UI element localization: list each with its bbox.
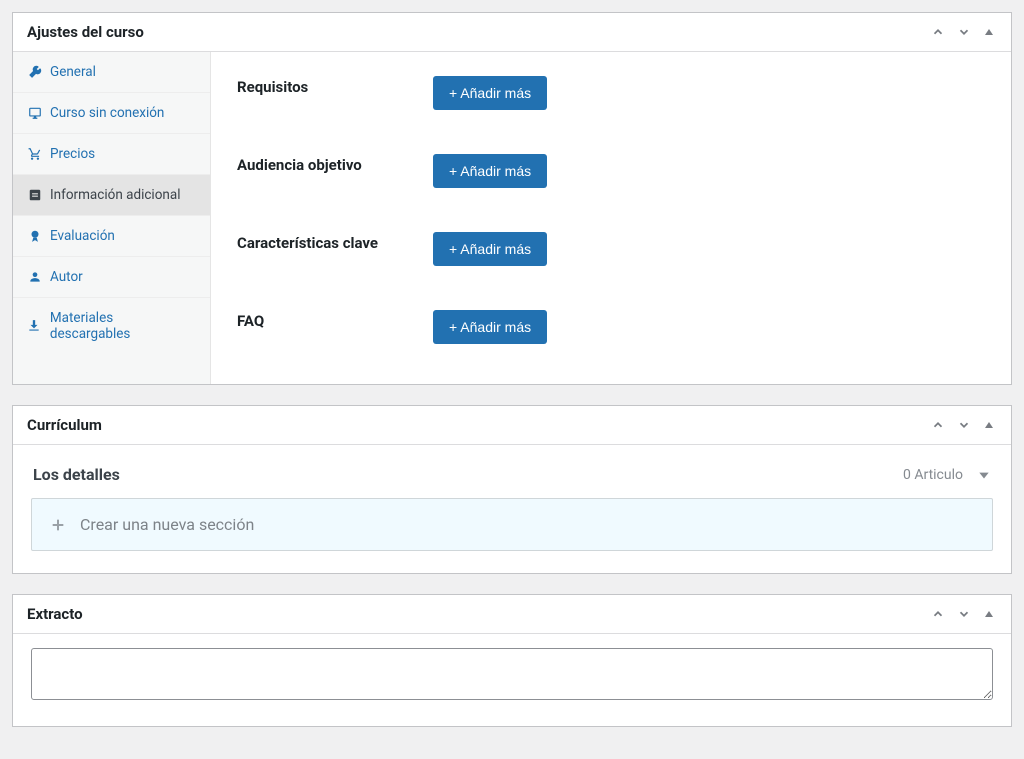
medal-icon	[27, 229, 42, 244]
add-faq-button[interactable]: + Añadir más	[433, 310, 547, 344]
curriculum-panel-header: Currículum	[13, 406, 1011, 445]
curriculum-panel-title: Currículum	[27, 416, 102, 434]
sidebar-item-label: General	[50, 64, 96, 80]
article-count: 0 Articulo	[903, 467, 963, 483]
monitor-icon	[27, 106, 42, 121]
caret-down-icon[interactable]	[977, 468, 991, 482]
sidebar-item-author[interactable]: Autor	[13, 257, 210, 298]
sidebar-item-label: Información adicional	[50, 187, 181, 203]
sidebar-item-additional-info[interactable]: Información adicional	[13, 175, 210, 216]
cart-icon	[27, 147, 42, 162]
chevron-up-icon[interactable]	[929, 605, 947, 623]
add-audiencia-button[interactable]: + Añadir más	[433, 154, 547, 188]
sidebar-item-label: Precios	[50, 146, 95, 162]
plus-icon	[50, 517, 66, 533]
field-label: Características clave	[237, 232, 433, 252]
settings-panel: Ajustes del curso General Curso sin cone…	[12, 12, 1012, 385]
field-label: FAQ	[237, 310, 433, 330]
settings-content: Requisitos + Añadir más Audiencia objeti…	[211, 52, 1011, 384]
chevron-down-icon[interactable]	[955, 416, 973, 434]
details-label: Los detalles	[33, 465, 120, 484]
user-icon	[27, 270, 42, 285]
panel-actions	[929, 416, 997, 434]
settings-panel-header: Ajustes del curso	[13, 13, 1011, 52]
sidebar-item-label: Materiales descargables	[50, 310, 196, 342]
sidebar-item-label: Curso sin conexión	[50, 105, 164, 121]
sidebar-item-downloads[interactable]: Materiales descargables	[13, 298, 210, 354]
new-section-label: Crear una nueva sección	[80, 515, 254, 534]
panel-actions	[929, 605, 997, 623]
field-label: Requisitos	[237, 76, 433, 96]
settings-panel-body: General Curso sin conexión Precios Infor…	[13, 52, 1011, 384]
page-icon	[27, 188, 42, 203]
field-faq: FAQ + Añadir más	[237, 310, 985, 344]
sidebar-item-prices[interactable]: Precios	[13, 134, 210, 175]
excerpt-textarea[interactable]	[31, 648, 993, 700]
chevron-up-icon[interactable]	[929, 416, 947, 434]
settings-panel-title: Ajustes del curso	[27, 23, 144, 41]
collapse-icon[interactable]	[981, 606, 997, 622]
excerpt-panel-header: Extracto	[13, 595, 1011, 634]
add-requisitos-button[interactable]: + Añadir más	[433, 76, 547, 110]
download-icon	[27, 319, 42, 334]
sidebar-item-label: Evaluación	[50, 228, 115, 244]
excerpt-panel-title: Extracto	[27, 605, 83, 623]
chevron-down-icon[interactable]	[955, 605, 973, 623]
curriculum-panel: Currículum Los detalles 0 Articulo Crear…	[12, 405, 1012, 574]
add-caracteristicas-button[interactable]: + Añadir más	[433, 232, 547, 266]
curriculum-body: Los detalles 0 Articulo Crear una nueva …	[13, 445, 1011, 573]
field-label: Audiencia objetivo	[237, 154, 433, 174]
sidebar-item-evaluation[interactable]: Evaluación	[13, 216, 210, 257]
field-requisitos: Requisitos + Añadir más	[237, 76, 985, 110]
excerpt-body	[13, 634, 1011, 726]
sidebar-item-general[interactable]: General	[13, 52, 210, 93]
panel-actions	[929, 23, 997, 41]
curriculum-meta: 0 Articulo	[903, 467, 991, 483]
sidebar-item-offline[interactable]: Curso sin conexión	[13, 93, 210, 134]
wrench-icon	[27, 65, 42, 80]
field-audiencia: Audiencia objetivo + Añadir más	[237, 154, 985, 188]
settings-sidebar: General Curso sin conexión Precios Infor…	[13, 52, 211, 384]
sidebar-item-label: Autor	[50, 269, 83, 285]
chevron-down-icon[interactable]	[955, 23, 973, 41]
chevron-up-icon[interactable]	[929, 23, 947, 41]
collapse-icon[interactable]	[981, 24, 997, 40]
new-section-button[interactable]: Crear una nueva sección	[31, 498, 993, 551]
excerpt-panel: Extracto	[12, 594, 1012, 727]
curriculum-details-header: Los detalles 0 Articulo	[31, 459, 993, 498]
field-caracteristicas: Características clave + Añadir más	[237, 232, 985, 266]
collapse-icon[interactable]	[981, 417, 997, 433]
